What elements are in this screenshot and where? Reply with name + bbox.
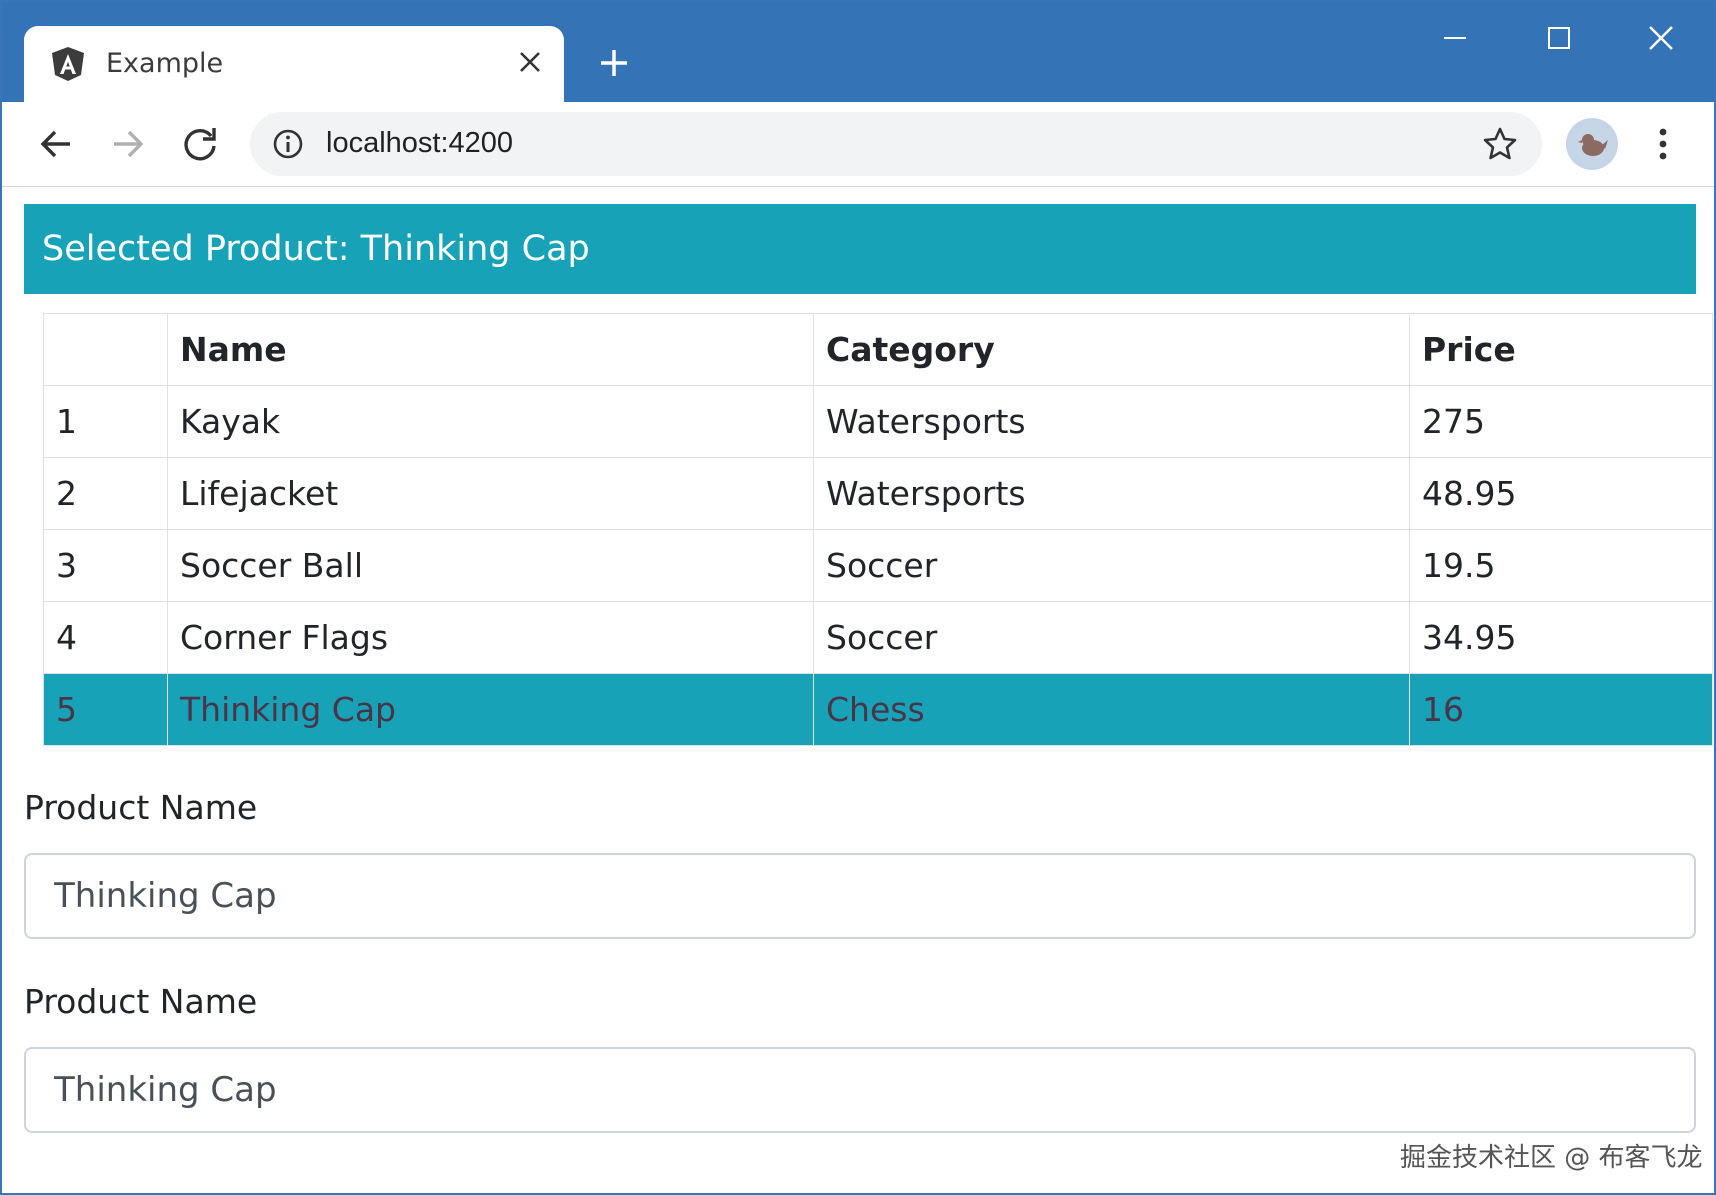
browser-toolbar: localhost:4200	[2, 102, 1714, 187]
angular-icon	[50, 46, 86, 82]
url-text[interactable]: localhost:4200	[326, 127, 513, 160]
bird-icon	[1578, 134, 1608, 156]
bookmark-star-icon[interactable]	[1482, 126, 1518, 162]
tab-title: Example	[106, 48, 224, 79]
table-row-selected[interactable]: 5 Thinking Cap Chess 16	[43, 673, 1713, 746]
product-name-input-2[interactable]	[24, 1047, 1696, 1133]
cell-index: 3	[43, 529, 168, 602]
cell-index: 4	[43, 601, 168, 674]
table-row[interactable]: 1 Kayak Watersports 275	[43, 385, 1713, 458]
reload-icon[interactable]	[178, 122, 222, 166]
cell-index: 5	[43, 673, 168, 746]
column-header-index	[43, 313, 168, 386]
cell-category: Watersports	[813, 385, 1410, 458]
title-bar: Example	[2, 2, 1714, 102]
product-name-input[interactable]	[24, 853, 1696, 939]
table-row[interactable]: 2 Lifejacket Watersports 48.95	[43, 457, 1713, 530]
column-header-category: Category	[813, 313, 1410, 386]
products-table: Name Category Price 1 Kayak Watersports …	[43, 313, 1713, 746]
browser-window: Example localhost:4200 Selected Product:…	[0, 0, 1716, 1195]
table-row[interactable]: 3 Soccer Ball Soccer 19.5	[43, 529, 1713, 602]
tab-close-icon[interactable]	[512, 44, 548, 80]
cell-name: Corner Flags	[167, 601, 814, 674]
cell-name: Soccer Ball	[167, 529, 814, 602]
cell-index: 1	[43, 385, 168, 458]
column-header-price: Price	[1409, 313, 1713, 386]
column-header-name: Name	[167, 313, 814, 386]
cell-name: Thinking Cap	[167, 673, 814, 746]
cell-category: Soccer	[813, 601, 1410, 674]
minimize-icon[interactable]	[1420, 18, 1490, 64]
product-name-label-2: Product Name	[24, 982, 258, 1021]
cell-category: Watersports	[813, 457, 1410, 530]
back-arrow-icon[interactable]	[34, 122, 78, 166]
more-menu-icon[interactable]	[1648, 124, 1678, 164]
browser-tab[interactable]: Example	[24, 26, 564, 102]
cell-price: 19.5	[1409, 529, 1713, 602]
cell-index: 2	[43, 457, 168, 530]
table-row[interactable]: 4 Corner Flags Soccer 34.95	[43, 601, 1713, 674]
forward-arrow-icon[interactable]	[106, 122, 150, 166]
cell-category: Chess	[813, 673, 1410, 746]
cell-name: Kayak	[167, 385, 814, 458]
watermark-text: 掘金技术社区 @ 布客飞龙	[1400, 1143, 1703, 1173]
window-close-icon[interactable]	[1626, 18, 1696, 64]
selected-product-banner: Selected Product: Thinking Cap	[24, 204, 1696, 294]
table-header-row: Name Category Price	[43, 313, 1713, 386]
new-tab-plus-icon[interactable]	[594, 42, 634, 82]
cell-price: 16	[1409, 673, 1713, 746]
address-bar[interactable]: localhost:4200	[250, 112, 1542, 176]
site-info-icon[interactable]	[272, 128, 304, 160]
cell-price: 275	[1409, 385, 1713, 458]
cell-price: 48.95	[1409, 457, 1713, 530]
maximize-icon[interactable]	[1524, 18, 1594, 64]
profile-avatar[interactable]	[1566, 118, 1618, 170]
cell-category: Soccer	[813, 529, 1410, 602]
cell-price: 34.95	[1409, 601, 1713, 674]
cell-name: Lifejacket	[167, 457, 814, 530]
product-name-label: Product Name	[24, 788, 258, 827]
